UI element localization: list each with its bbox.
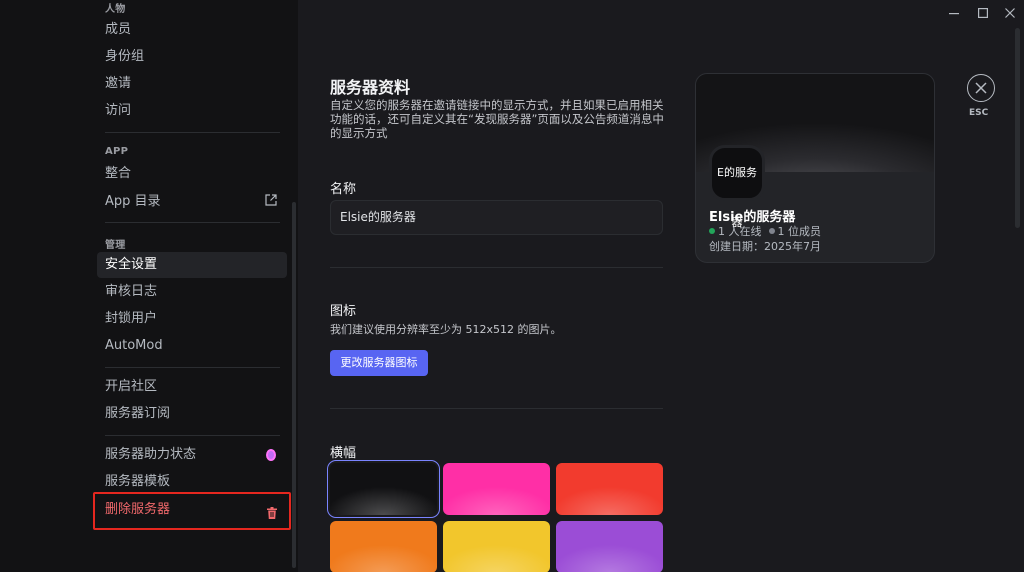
sidebar-item-label: 删除服务器: [105, 502, 171, 517]
online-dot-icon: [709, 228, 715, 234]
close-settings-button[interactable]: [967, 74, 995, 102]
sidebar-item-safety[interactable]: 安全设置: [97, 252, 287, 278]
server-preview-card: E的服务器 Elsie的服务器 1 人在线 1 位成员 创建日期：2025年7月: [695, 73, 935, 263]
sidebar-scrollbar[interactable]: [292, 202, 296, 568]
banner-option-purple[interactable]: [556, 521, 663, 572]
icon-label: 图标: [330, 304, 357, 319]
trash-icon: [267, 503, 277, 519]
sidebar-item-label: App 目录: [105, 194, 161, 209]
boost-gem-icon: [266, 449, 276, 461]
sidebar-item-invites[interactable]: 邀请: [97, 71, 287, 97]
esc-label: ESC: [969, 108, 989, 118]
sidebar-item-integrations[interactable]: 整合: [97, 161, 287, 187]
banner-option-pink[interactable]: [443, 463, 550, 515]
section-header-people: 人物: [105, 4, 126, 15]
banner-label: 横幅: [330, 446, 357, 461]
sidebar-item-subscriptions[interactable]: 服务器订阅: [97, 401, 287, 427]
member-dot-icon: [768, 228, 775, 234]
server-name-input[interactable]: Elsie的服务器: [330, 200, 663, 235]
page-title: 服务器资料: [330, 78, 411, 97]
sidebar-item-members[interactable]: 成员: [97, 17, 287, 43]
icon-hint-text: 我们建议使用分辨率至少为 512x512 的图片。: [330, 323, 562, 336]
section-header-app: APP: [105, 146, 129, 157]
sidebar-item-delete-server[interactable]: 删除服务器: [97, 497, 287, 523]
sidebar-item-audit-log[interactable]: 审核日志: [97, 279, 287, 305]
main-scrollbar[interactable]: [1015, 28, 1020, 228]
change-server-icon-button[interactable]: 更改服务器图标: [330, 350, 428, 376]
online-count: 1 人在线: [718, 225, 762, 238]
banner-option-yellow[interactable]: [443, 521, 550, 572]
minimize-icon[interactable]: [947, 6, 961, 20]
member-count: 1 位成员: [777, 225, 822, 238]
section-divider: [330, 408, 663, 409]
sidebar-item-label: 服务器助力状态: [105, 447, 197, 462]
sidebar-divider: [105, 367, 280, 368]
maximize-icon[interactable]: [976, 6, 990, 20]
banner-option-red[interactable]: [556, 463, 663, 515]
sidebar-item-roles[interactable]: 身份组: [97, 44, 287, 70]
section-header-manage: 管理: [105, 240, 126, 251]
banner-option-orange[interactable]: [330, 521, 437, 572]
sidebar-item-community[interactable]: 开启社区: [97, 374, 287, 400]
external-link-icon: [265, 189, 277, 215]
page-description: 自定义您的服务器在邀请链接中的显示方式，并且如果已启用相关功能的话，还可自定义其…: [330, 98, 664, 140]
sidebar-divider: [105, 222, 280, 223]
sidebar-divider: [105, 435, 280, 436]
server-icon-avatar: E的服务器: [709, 145, 765, 229]
close-icon: [975, 82, 987, 94]
sidebar-item-app-directory[interactable]: App 目录: [97, 189, 287, 215]
name-label: 名称: [330, 182, 357, 197]
sidebar-divider: [105, 132, 280, 133]
sidebar-item-boost-status[interactable]: 服务器助力状态: [97, 442, 287, 468]
sidebar-item-access[interactable]: 访问: [97, 98, 287, 124]
sidebar-item-template[interactable]: 服务器模板: [97, 469, 287, 495]
banner-option-black[interactable]: [327, 460, 440, 518]
sidebar-item-bans[interactable]: 封锁用户: [97, 306, 287, 332]
window-close-icon[interactable]: [1003, 6, 1017, 20]
settings-sidebar: 人物 成员 身份组 邀请 访问 APP 整合 App 目录 管理 安全设置 审核…: [0, 0, 298, 572]
preview-stats: 1 人在线 1 位成员: [709, 223, 821, 239]
sidebar-item-automod[interactable]: AutoMod: [97, 333, 287, 359]
section-divider: [330, 267, 663, 268]
preview-created-date: 创建日期：2025年7月: [709, 240, 821, 253]
